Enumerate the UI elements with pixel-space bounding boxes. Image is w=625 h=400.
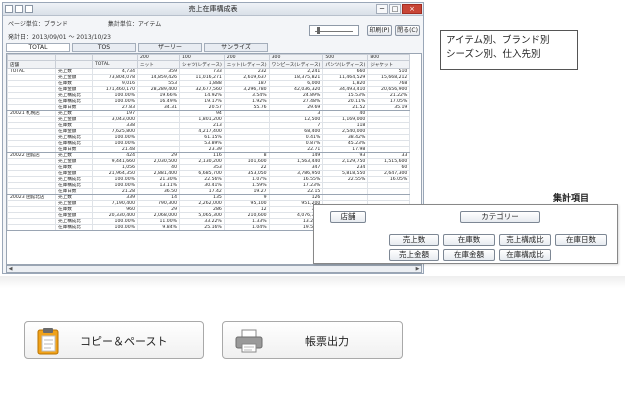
period-label: 発計日：2013/09/01 ～ 2013/10/23 [8,34,111,41]
metric-cell: 在庫構成比 [55,224,93,231]
column-header: ジャケット [367,60,411,69]
print-report-label: 帳票出力 [305,335,349,348]
minimize-button[interactable]: ─ [376,4,388,14]
column-header: シャツ(レディース) [179,60,225,69]
column-header: 店舗 [7,60,56,69]
print-report-button[interactable]: 帳票出力 [222,321,403,359]
store-button[interactable]: 店舗 [330,211,366,223]
column-header [55,60,93,69]
table-row[interactable]: 売上構成比 100.00% 19.66% 14.92% 3.54% 24.89% 15.53… [7,92,411,99]
zoom-slider[interactable] [309,25,359,36]
window-title: 売上在庫構成表 [188,5,238,13]
maximize-button[interactable]: □ [389,4,401,14]
table-row[interactable]: 売上構成比 100.00% 21.30% 22.56% 1.07% 16.55% 22.55… [7,176,411,183]
horizontal-scrollbar[interactable]: ◀ ▶ [6,265,422,273]
brand-tabs: TOTAL TOS ザーリー サンライズ [6,43,268,52]
copy-paste-label: コピー＆ペースト [80,335,168,348]
table-row[interactable]: 売上構成比 100.00% 61.15% 0.41% 38.42% [7,134,411,141]
column-header: ワンピース(レディース) [268,60,324,69]
page-unit-label: ページ単位：ブランド [8,21,68,28]
table-row[interactable]: 売上金額 9,441,660 2,030,500 2,130,200 101,600 1,… [7,158,411,165]
column-header: パンツ(レディース) [322,60,369,69]
column-header: ニット [137,60,180,69]
grouping-callout: アイテム別、ブランド別 シーズン別、仕入先別 [440,30,578,70]
metric-stock-ratio-button[interactable]: 在庫構成比 [499,249,551,261]
store-cell [7,224,56,231]
table-row[interactable]: 在庫構成比 100.00% 53.89% 0.87% 45.23% [7,140,411,147]
callout-line-2: シーズン別、仕入先別 [446,49,541,60]
header-row: 店舗 TOTAL ニット シャツ(レディース) ニット(レディース) ワンピース(レディー… [7,60,411,69]
aggregate-panel: 店舗 カテゴリー 売上数 在庫数 売上構成比 在庫日数 売上金額 在庫金額 在庫… [313,204,618,264]
table-row[interactable]: 売上金額 73,804,078 14,859,426 11,016,271 2,619,… [7,74,411,81]
unit-info: ページ単位：ブランド 集計単位：アイテム [8,19,161,28]
table-row[interactable]: 在庫構成比 100.00% 16.49% 19.17% 1.92% 27.48% 20.11… [7,98,411,105]
value-cell: 1.04% [223,224,270,231]
metric-stock-qty-button[interactable]: 在庫数 [443,234,495,246]
category-button[interactable]: カテゴリー [460,211,540,223]
aggregate-title: 集計項目 [553,194,590,204]
print-button[interactable]: 印刷(P) [367,25,392,36]
tab-tos[interactable]: TOS [72,43,136,52]
table-row[interactable]: 在庫金額 171,460,170 28,289,400 32,677,560 3,296… [7,86,411,93]
column-header: TOTAL [92,60,138,69]
close-window-button[interactable]: × [402,4,422,14]
metric-stock-days-button[interactable]: 在庫日数 [555,234,607,246]
title-bar: 売上在庫構成表 ─ □ × [3,3,423,16]
scroll-left-icon[interactable]: ◀ [7,266,14,272]
tab-zary[interactable]: ザーリー [138,43,202,52]
printer-icon [235,329,263,353]
value-cell: 9.84% [137,224,180,231]
callout-line-1: アイテム別、ブランド別 [446,35,550,46]
metric-sales-amount-button[interactable]: 売上金額 [389,249,439,261]
close-button[interactable]: 閉る(C) [395,25,420,36]
tab-total[interactable]: TOTAL [6,43,70,52]
section-divider [0,276,625,288]
table-row[interactable]: 在庫金額 7,625,800 4,217,400 68,400 2,540,000 [7,128,411,135]
value-cell: 100.00% [92,224,138,231]
scroll-right-icon[interactable]: ▶ [414,266,421,272]
table-row[interactable]: 在庫金額 21,964,350 2,881,400 6,685,700 353,050 3… [7,170,411,177]
copy-paste-button[interactable]: コピー＆ペースト [24,321,204,359]
metric-sales-ratio-button[interactable]: 売上構成比 [499,234,551,246]
metric-stock-amount-button[interactable]: 在庫金額 [443,249,495,261]
tab-sunrise[interactable]: サンライズ [204,43,268,52]
metric-sales-qty-button[interactable]: 売上数 [389,234,439,246]
column-header: ニット(レディース) [223,60,270,69]
value-cell: 25.16% [179,224,225,231]
slider-thumb[interactable] [317,27,320,34]
aggregate-unit-label: 集計単位：アイテム [107,21,162,28]
clipboard-icon [37,328,59,355]
table-row[interactable]: 売上金額 3,043,000 1,801,200 12,500 1,169,000 [7,116,411,123]
slider-track [315,31,353,32]
